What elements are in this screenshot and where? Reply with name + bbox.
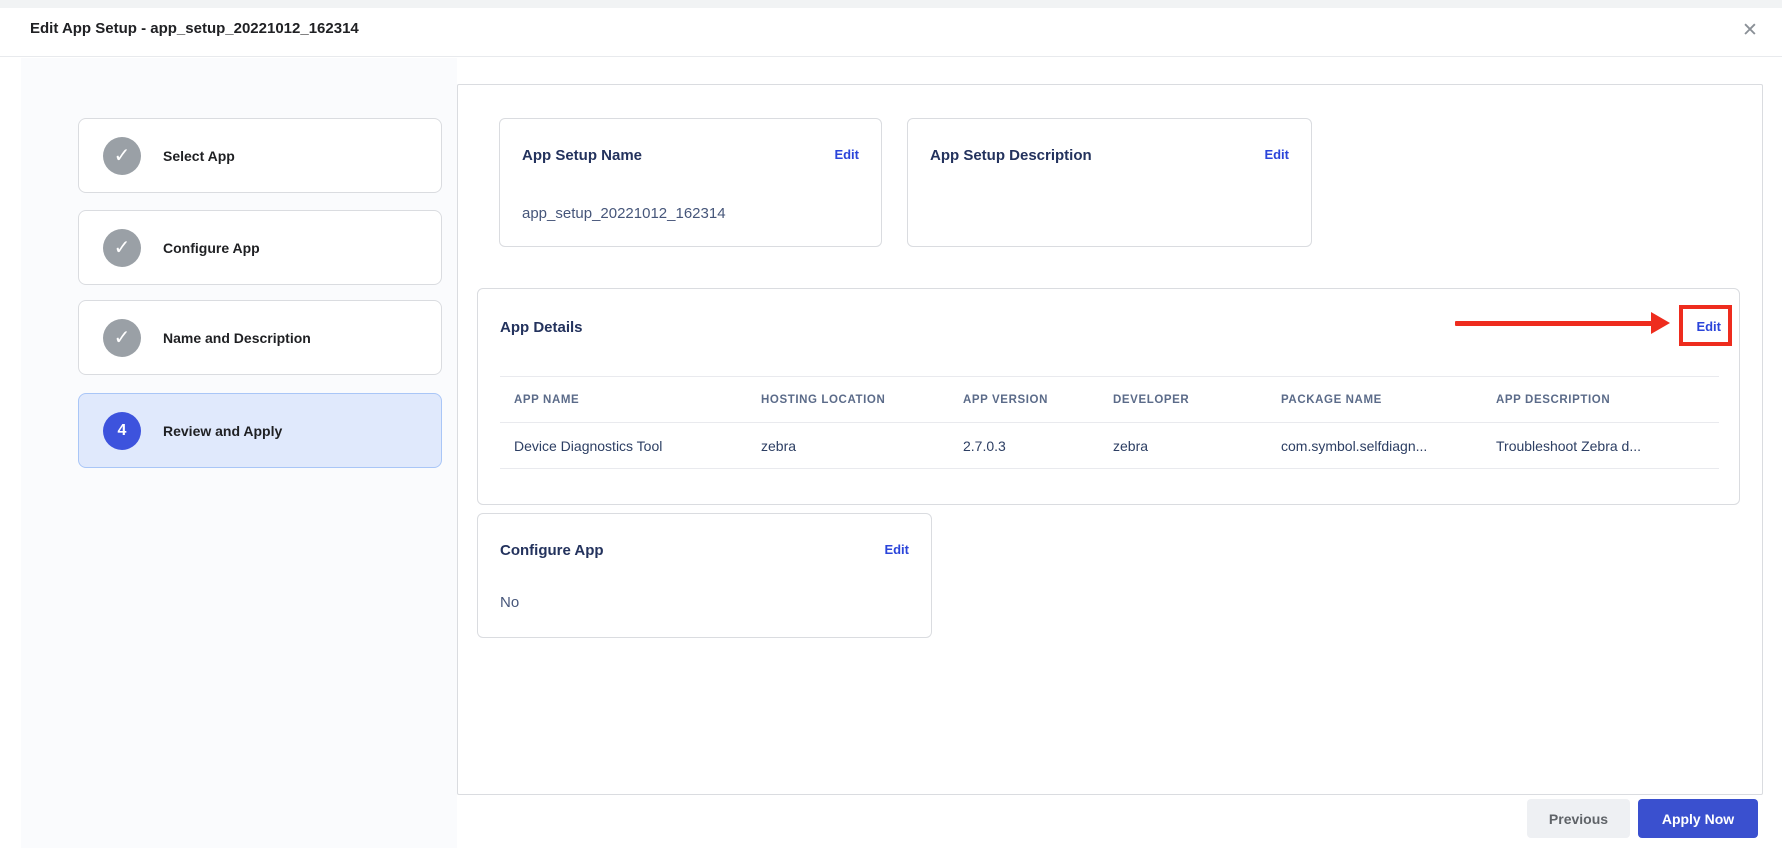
app-setup-description-edit-link[interactable]: Edit — [1264, 147, 1289, 162]
dialog-header: Edit App Setup - app_setup_20221012_1623… — [0, 8, 1782, 57]
check-icon: ✓ — [103, 136, 141, 175]
red-arrow-line — [1455, 321, 1653, 326]
table-header-cell: APP NAME — [514, 393, 580, 406]
step-label: Select App — [163, 147, 235, 164]
card-title: App Setup Name — [522, 147, 643, 164]
table-row: Device Diagnostics Tool zebra 2.7.0.3 zebra… — [500, 423, 1719, 469]
check-icon: ✓ — [103, 318, 141, 357]
step-label: Name and Description — [163, 329, 311, 346]
wizard-steps-sidebar: ✓ Select App ✓ Configure App ✓ Name and … — [21, 58, 457, 848]
table-cell: com.symbol.selfdiagn... — [1281, 437, 1428, 454]
red-arrow-head-icon — [1651, 312, 1670, 334]
table-header-cell: APP VERSION — [963, 393, 1048, 406]
page-background-strip — [0, 0, 1782, 8]
table-header-cell: DEVELOPER — [1113, 393, 1190, 406]
table-header-cell: APP DESCRIPTION — [1496, 393, 1611, 406]
configure-app-card: Configure App Edit No — [477, 513, 932, 638]
edit-app-setup-dialog: Edit App Setup - app_setup_20221012_1623… — [0, 0, 1782, 848]
card-title: Configure App — [500, 542, 604, 559]
table-cell: 2.7.0.3 — [963, 437, 1006, 454]
card-title: App Details — [500, 319, 583, 336]
table-cell: zebra — [1113, 437, 1149, 454]
app-details-table: APP NAME HOSTING LOCATION APP VERSION DEVEL… — [500, 376, 1719, 469]
step-label: Configure App — [163, 239, 260, 256]
app-setup-name-value: app_setup_20221012_162314 — [522, 205, 726, 222]
table-cell: Device Diagnostics Tool — [514, 437, 663, 454]
dialog-title: Edit App Setup - app_setup_20221012_1623… — [30, 20, 359, 37]
table-cell: zebra — [761, 437, 797, 454]
step-name-and-description[interactable]: ✓ Name and Description — [78, 300, 442, 375]
table-header-cell: HOSTING LOCATION — [761, 393, 886, 406]
app-setup-name-card: App Setup Name Edit app_setup_20221012_1… — [499, 118, 882, 247]
step-review-and-apply[interactable]: 4 Review and Apply — [78, 393, 442, 468]
configure-app-value: No — [500, 594, 520, 611]
step-label: Review and Apply — [163, 422, 283, 439]
close-icon[interactable]: ✕ — [1734, 14, 1766, 46]
apply-now-button[interactable]: Apply Now — [1638, 799, 1758, 838]
app-setup-description-card: App Setup Description Edit — [907, 118, 1312, 247]
app-setup-name-edit-link[interactable]: Edit — [834, 147, 859, 162]
red-highlight-box — [1679, 305, 1732, 346]
step-number-badge: 4 — [103, 411, 141, 450]
step-configure-app[interactable]: ✓ Configure App — [78, 210, 442, 285]
check-icon: ✓ — [103, 228, 141, 267]
configure-app-edit-link[interactable]: Edit — [884, 542, 909, 557]
step-select-app[interactable]: ✓ Select App — [78, 118, 442, 193]
card-title: App Setup Description — [930, 147, 1092, 164]
table-header-row: APP NAME HOSTING LOCATION APP VERSION DEVEL… — [500, 377, 1719, 423]
table-cell: Troubleshoot Zebra d... — [1496, 437, 1642, 454]
table-header-cell: PACKAGE NAME — [1281, 393, 1382, 406]
previous-button[interactable]: Previous — [1527, 799, 1630, 838]
